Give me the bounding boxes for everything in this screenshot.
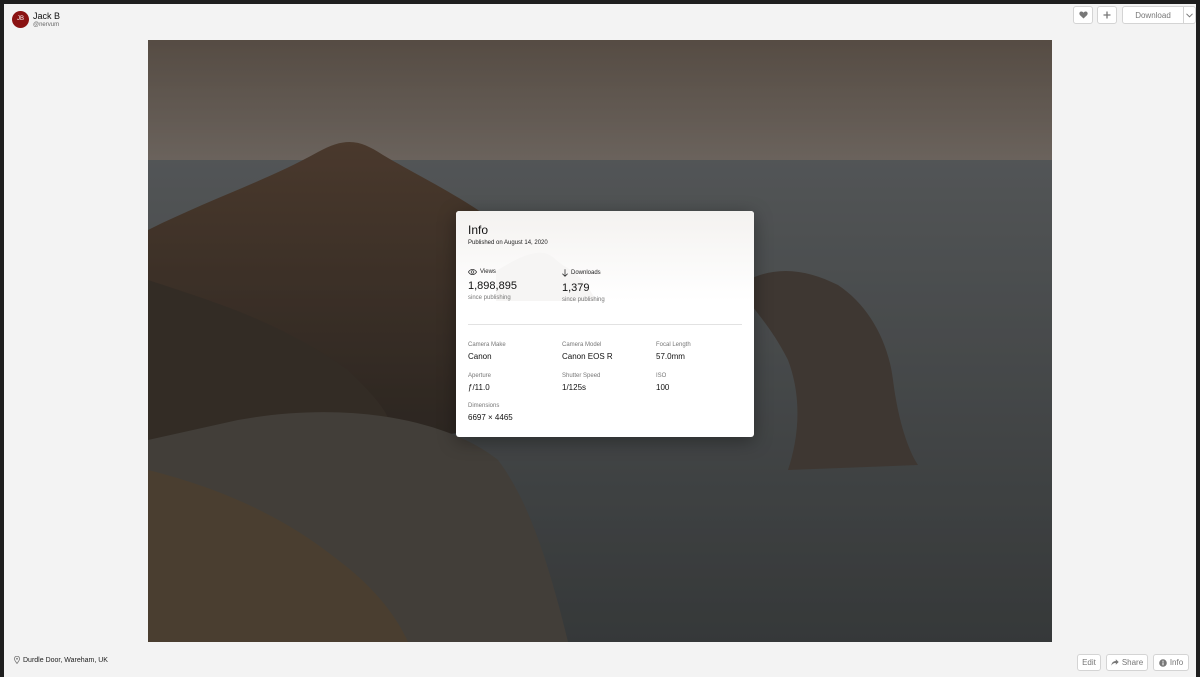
- spec-label: Camera Model: [562, 342, 602, 348]
- chevron-down-icon: [1186, 12, 1193, 18]
- info-button[interactable]: Info: [1153, 654, 1189, 671]
- views-stat: Views 1,898,895 since publishing: [468, 269, 517, 301]
- download-options-button[interactable]: [1183, 6, 1196, 24]
- spec-value: Canon EOS R: [562, 352, 613, 361]
- edit-button[interactable]: Edit: [1077, 654, 1101, 671]
- right-border: [1196, 0, 1200, 677]
- spec-value: ƒ/11.0: [468, 383, 490, 392]
- views-value: 1,898,895: [468, 280, 517, 292]
- like-button[interactable]: [1073, 6, 1093, 24]
- left-border: [0, 0, 4, 677]
- location-label: Durdle Door, Wareham, UK: [23, 656, 108, 664]
- author-handle[interactable]: @nervum: [33, 22, 59, 28]
- spec-camera-model: Camera Model Canon EOS R: [562, 342, 613, 361]
- download-button[interactable]: Download: [1122, 6, 1184, 24]
- spec-value: Canon: [468, 352, 492, 361]
- downloads-value: 1,379: [562, 282, 590, 294]
- spec-iso: ISO 100: [656, 373, 669, 392]
- spec-dimensions: Dimensions 6697 × 4465: [468, 403, 513, 422]
- eye-icon: [468, 269, 477, 275]
- photo-header: JB Jack B @nervum: [4, 4, 1196, 34]
- heart-icon: [1078, 11, 1088, 19]
- info-modal: Info Published on August 14, 2020 Views …: [456, 211, 754, 437]
- spec-label: Aperture: [468, 373, 492, 379]
- views-note: since publishing: [468, 295, 511, 301]
- photo-location[interactable]: Durdle Door, Wareham, UK: [14, 656, 108, 664]
- spec-label: Shutter Speed: [562, 373, 601, 379]
- photo-viewer: JB Jack B @nervum Download Durdle Door, …: [0, 0, 1200, 677]
- spec-focal-length: Focal Length 57.0mm: [656, 342, 691, 361]
- plus-icon: [1103, 11, 1111, 19]
- views-label: Views: [480, 269, 496, 275]
- spec-shutter-speed: Shutter Speed 1/125s: [562, 373, 600, 392]
- downloads-label: Downloads: [571, 270, 601, 276]
- spec-label: Focal Length: [656, 342, 691, 348]
- share-label: Share: [1121, 658, 1144, 667]
- edit-label: Edit: [1082, 658, 1096, 667]
- arrow-down-icon: [562, 269, 568, 277]
- avatar[interactable]: JB: [12, 11, 29, 28]
- download-label: Download: [1135, 10, 1171, 20]
- spec-label: Camera Make: [468, 342, 506, 348]
- share-button[interactable]: Share: [1106, 654, 1148, 671]
- location-pin-icon: [14, 656, 20, 664]
- spec-camera-make: Camera Make Canon: [468, 342, 506, 361]
- spec-aperture: Aperture ƒ/11.0: [468, 373, 491, 392]
- modal-title: Info: [468, 223, 489, 237]
- divider: [468, 324, 742, 325]
- spec-label: Dimensions: [468, 403, 500, 409]
- add-to-collection-button[interactable]: [1097, 6, 1117, 24]
- share-icon: [1111, 659, 1119, 666]
- spec-value: 57.0mm: [656, 352, 685, 361]
- spec-value: 100: [656, 383, 670, 392]
- info-icon: [1159, 658, 1167, 667]
- spec-value: 1/125s: [562, 383, 587, 392]
- spec-value: 6697 × 4465: [468, 413, 513, 422]
- downloads-stat: Downloads 1,379 since publishing: [562, 269, 605, 303]
- spec-label: ISO: [656, 373, 667, 379]
- author-name[interactable]: Jack B: [33, 11, 60, 21]
- downloads-note: since publishing: [562, 297, 605, 303]
- info-label: Info: [1169, 658, 1184, 667]
- published-date: Published on August 14, 2020: [468, 240, 548, 246]
